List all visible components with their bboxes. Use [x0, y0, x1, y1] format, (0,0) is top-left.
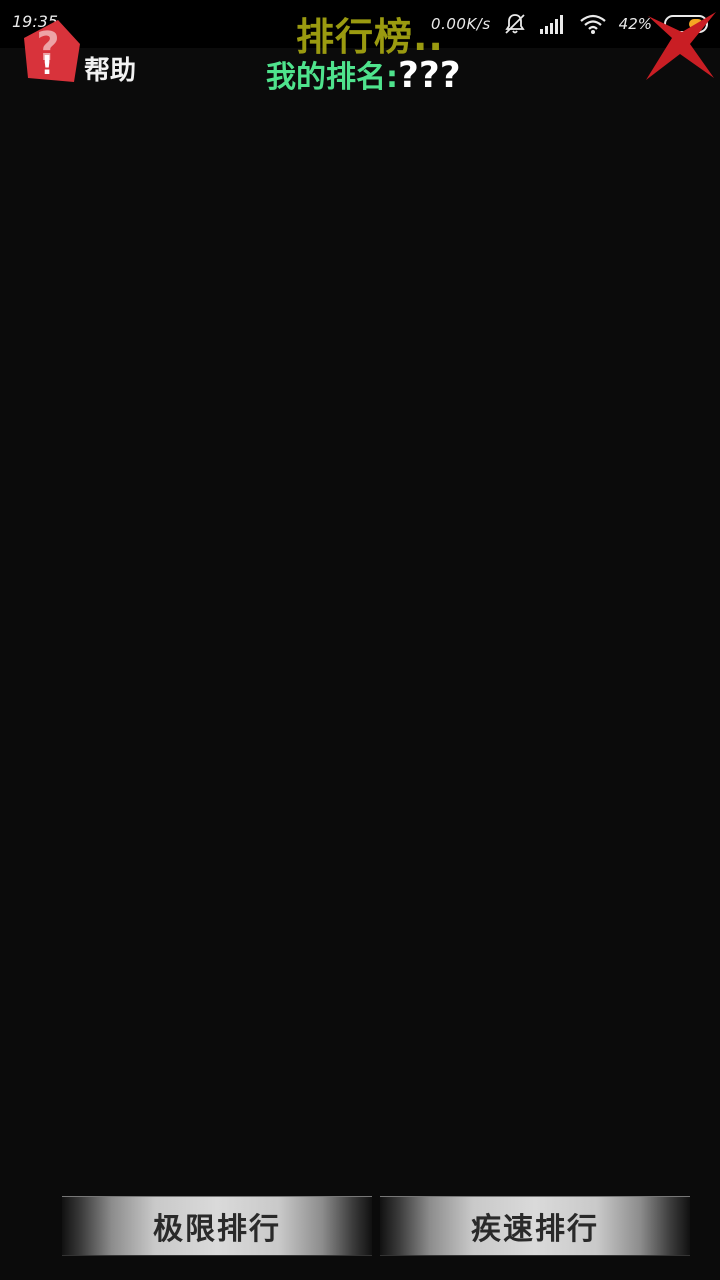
help-question-icon[interactable]: ? ! — [18, 18, 82, 86]
ranking-tabs: 极限排行 疾速排行 — [62, 1196, 690, 1256]
extreme-ranking-button[interactable]: 极限排行 — [62, 1196, 372, 1256]
wifi-icon — [579, 14, 606, 34]
signal-icon — [539, 15, 563, 34]
my-rank-value: ??? — [398, 55, 461, 96]
speed-ranking-button[interactable]: 疾速排行 — [380, 1196, 690, 1256]
close-x-icon[interactable] — [644, 8, 718, 84]
leaderboard-screen: 19:35 0.00K/s 42% ? ! 帮助 排行榜.. 我的排名:??? … — [0, 0, 720, 1280]
svg-text:!: ! — [41, 51, 53, 81]
bell-off-icon — [504, 14, 525, 34]
my-rank: 我的排名:??? — [266, 52, 461, 96]
help-button-label[interactable]: 帮助 — [84, 50, 136, 87]
my-rank-label: 我的排名: — [266, 60, 398, 95]
